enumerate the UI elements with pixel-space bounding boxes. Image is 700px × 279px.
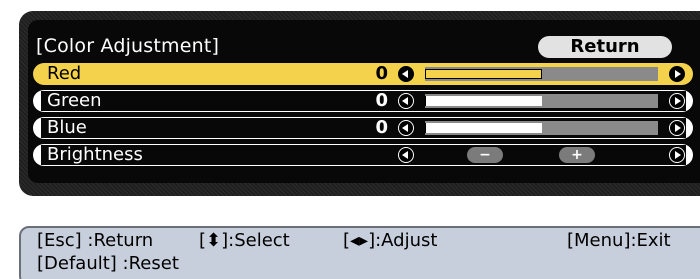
row-label-brightness: Brightness [47,144,143,165]
decrease-arrow-icon[interactable] [398,66,414,82]
blue-slider-fill [425,123,542,133]
decrease-arrow-icon[interactable] [398,120,414,136]
row-label-green: Green [47,90,102,111]
menu-title: [Color Adjustment] [36,35,220,57]
row-blue[interactable]: Blue 0 [33,117,693,139]
row-value-green: 0 [375,90,388,111]
help-esc-return: [Esc] :Return [37,230,154,251]
red-slider-fill [425,69,542,79]
green-slider[interactable] [425,94,658,108]
increase-arrow-icon[interactable] [669,147,685,163]
row-green[interactable]: Green 0 [33,90,693,112]
brightness-minus-button[interactable]: − [467,147,503,163]
decrease-arrow-icon[interactable] [398,147,414,163]
row-label-bg [41,64,421,84]
blue-slider[interactable] [425,121,658,135]
row-brightness[interactable]: Brightness − + [33,144,693,166]
row-red[interactable]: Red 0 [33,63,693,85]
decrease-arrow-icon[interactable] [398,93,414,109]
help-menu-exit: [Menu]:Exit [567,230,671,251]
increase-arrow-icon[interactable] [669,93,685,109]
green-slider-fill [425,96,542,106]
help-select: [⬍]:Select [199,230,290,251]
red-slider[interactable] [425,67,658,81]
help-adjust: [◂▸]:Adjust [343,230,438,251]
return-button[interactable]: Return [538,36,672,58]
row-label-blue: Blue [47,117,87,138]
brightness-plus-button[interactable]: + [559,147,595,163]
osd-screen: [Color Adjustment] Return Red 0 Green 0 … [0,0,700,279]
row-value-red: 0 [375,63,388,84]
row-value-blue: 0 [375,117,388,138]
increase-arrow-icon[interactable] [669,66,685,82]
help-default-reset: [Default] :Reset [37,253,179,274]
increase-arrow-icon[interactable] [669,120,685,136]
row-label-red: Red [47,63,82,84]
